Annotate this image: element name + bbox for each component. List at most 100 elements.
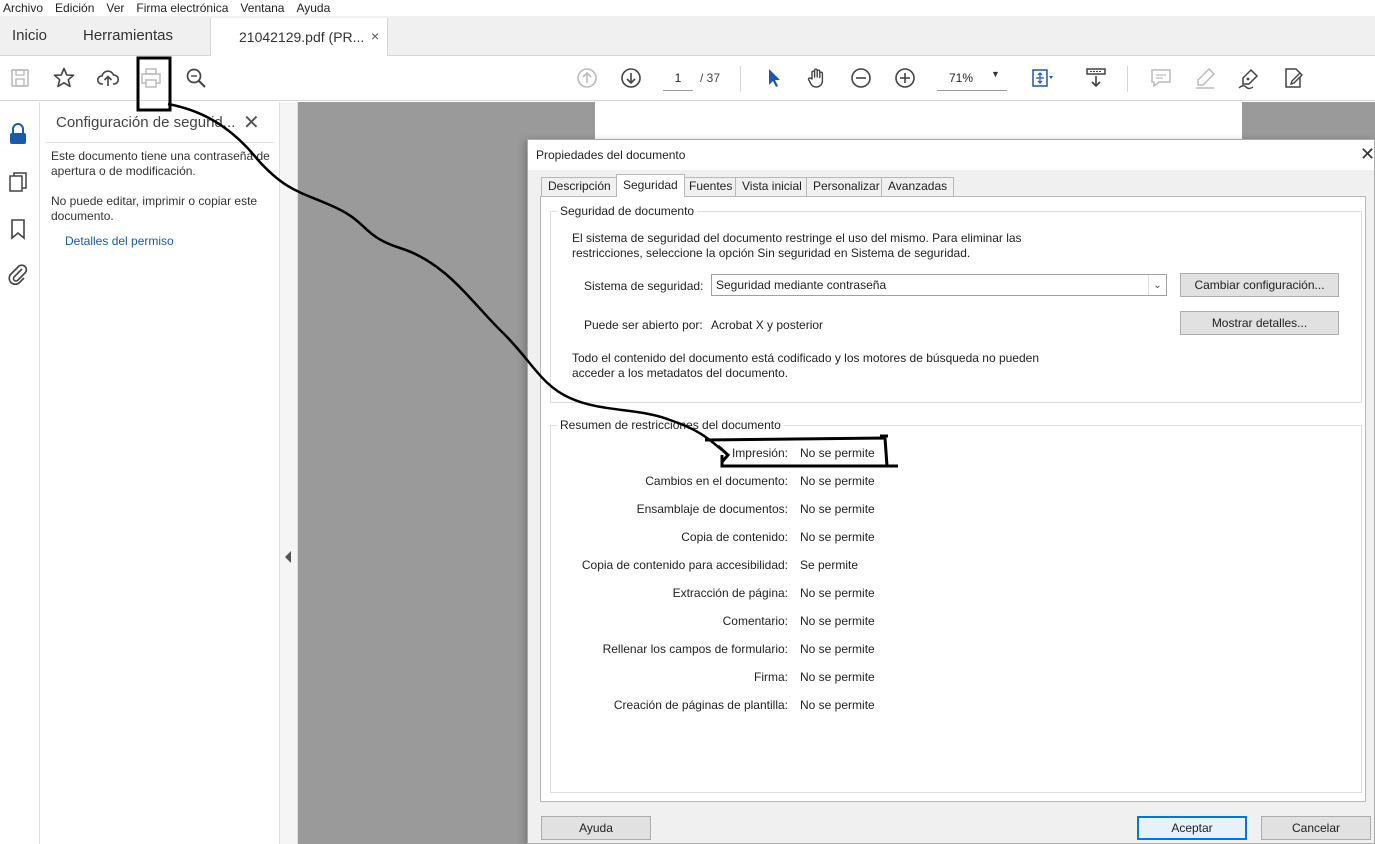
app-tab-bar: Inicio Herramientas 21042129.pdf (PR... … [0,16,1375,56]
restriction-value: No se permite [800,530,875,544]
panel-password-text: Este documento tiene una contraseña de a… [51,149,270,178]
page-number-input[interactable]: 1 [663,69,693,91]
security-intro-line1: El sistema de seguridad del documento re… [572,231,1022,245]
edit-icon[interactable] [1280,65,1306,91]
arrow-down-icon[interactable] [618,65,644,91]
change-settings-button[interactable]: Cambiar configuración... [1180,273,1339,297]
open-by-value: Acrobat X y posterior [711,318,824,332]
panel-splitter[interactable] [280,102,298,844]
toolbar-separator [740,66,741,92]
close-icon[interactable]: ✕ [1360,144,1375,165]
restriction-label: Comentario: [722,614,788,628]
restriction-value: No se permite [800,446,875,460]
save-icon[interactable] [7,65,33,91]
show-details-button[interactable]: Mostrar detalles... [1180,311,1339,335]
ok-button[interactable]: Aceptar [1137,816,1247,840]
menu-edicion[interactable]: Edición [49,0,100,16]
close-icon[interactable]: × [371,28,379,44]
restriction-value: Se permite [800,558,859,572]
restriction-label: Ensamblaje de documentos: [636,502,788,516]
restriction-label: Extracción de página: [672,586,788,600]
chevron-down-icon[interactable]: ▼ [991,69,1000,79]
encryption-note-line2: acceder a los metadatos del documento. [572,366,789,380]
search-zoom-icon[interactable] [183,65,209,91]
open-by-label: Puede ser abierto por: [584,318,703,332]
security-panel: Configuración de segurid... ✕ Este docum… [40,102,280,844]
zoom-out-icon[interactable] [848,65,874,91]
tab-avanzadas[interactable]: Avanzadas [881,177,955,196]
restriction-value: No se permite [800,586,875,600]
document-properties-dialog: Propiedades del documento ✕ Descripción … [527,139,1375,844]
fit-page-icon[interactable] [1028,65,1054,91]
menu-ayuda[interactable]: Ayuda [290,0,336,16]
menu-ver[interactable]: Ver [100,0,130,16]
panel-title: Configuración de segurid... [56,114,236,131]
collapse-arrow-icon[interactable] [285,551,291,563]
menu-ventana[interactable]: Ventana [234,0,290,16]
tab-inicio[interactable]: Inicio [12,27,47,44]
arrow-up-icon[interactable] [574,65,600,91]
permission-details-link[interactable]: Detalles del permiso [65,234,174,248]
bookmark-icon[interactable] [6,217,30,241]
restriction-label: Cambios en el documento: [645,474,788,488]
attachment-icon[interactable] [6,262,30,286]
restriction-value: No se permite [800,502,875,516]
scroll-mode-icon[interactable] [1083,65,1109,91]
security-system-value: Seguridad mediante contraseña [716,278,887,292]
help-button[interactable]: Ayuda [541,816,651,840]
close-icon[interactable]: ✕ [243,110,260,135]
page-total: / 37 [700,71,721,85]
tab-personalizar[interactable]: Personalizar [806,177,887,196]
restriction-value: No se permite [800,474,875,488]
tab-descripcion[interactable]: Descripción [541,177,618,196]
menu-archivo[interactable]: Archivo [0,0,49,16]
lock-icon[interactable] [6,122,30,146]
dialog-titlebar: Propiedades del documento ✕ [528,140,1375,170]
chevron-down-icon[interactable]: ⌄ [1148,275,1166,295]
security-system-label: Sistema de seguridad: [584,279,704,293]
security-tab-body: Seguridad de documento El sistema de seg… [540,196,1366,802]
restriction-label: Impresión: [731,446,788,460]
comment-icon[interactable] [1148,65,1174,91]
left-rail [0,102,40,844]
restriction-value: No se permite [800,698,875,712]
cloud-upload-icon[interactable] [95,65,121,91]
restriction-label: Firma: [754,670,788,684]
tab-vista-inicial[interactable]: Vista inicial [735,177,809,196]
dialog-title: Propiedades del documento [536,148,686,162]
panel-divider [46,142,274,143]
tab-herramientas[interactable]: Herramientas [83,27,173,44]
restriction-label: Rellenar los campos de formulario: [602,642,788,656]
security-system-select[interactable]: Seguridad mediante contraseña ⌄ [711,274,1167,296]
pages-icon[interactable] [6,170,30,194]
zoom-in-icon[interactable] [892,65,918,91]
group-legend: Resumen de restricciones del documento [557,418,784,432]
sign-icon[interactable] [1236,65,1262,91]
tab-document[interactable]: 21042129.pdf (PR... × [210,18,388,56]
select-cursor-icon[interactable] [760,65,786,91]
panel-restriction-text: No puede editar, imprimir o copiar este … [51,194,258,223]
restriction-value: No se permite [800,642,875,656]
pdf-page [595,102,1242,142]
document-security-group: Seguridad de documento El sistema de seg… [550,204,1362,403]
star-icon[interactable] [51,65,77,91]
restriction-value: No se permite [800,614,875,628]
hand-icon[interactable] [804,65,830,91]
group-legend: Seguridad de documento [557,204,698,218]
menu-bar: Archivo Edición Ver Firma electrónica Ve… [0,0,1375,16]
security-intro-line2: restricciones, seleccione la opción Sin … [572,246,971,260]
restriction-label: Creación de páginas de plantilla: [613,698,788,712]
tab-seguridad[interactable]: Seguridad [616,174,685,197]
menu-firma-electronica[interactable]: Firma electrónica [130,0,234,16]
print-icon[interactable] [138,65,164,91]
restriction-label: Copia de contenido: [681,530,788,544]
main-toolbar: 1 / 37 71% ▼ [0,57,1375,101]
toolbar-separator [1127,66,1128,92]
cancel-button[interactable]: Cancelar [1261,816,1371,840]
tab-document-label: 21042129.pdf (PR... [239,29,365,45]
highlight-icon[interactable] [1192,65,1218,91]
tab-fuentes[interactable]: Fuentes [682,177,740,196]
restriction-value: No se permite [800,670,875,684]
restrictions-summary-group: Resumen de restricciones del documento I… [550,418,1362,793]
encryption-note-line1: Todo el contenido del documento está cod… [572,351,1039,365]
